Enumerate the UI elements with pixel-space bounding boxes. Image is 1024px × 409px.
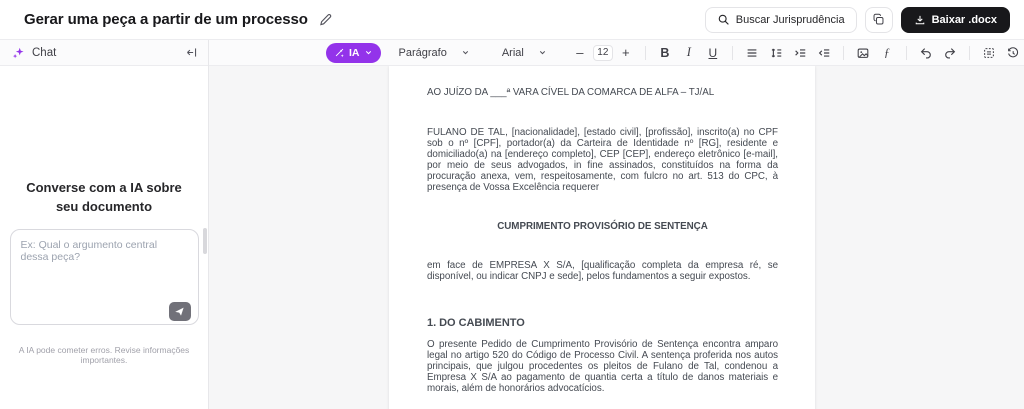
align-justify-button[interactable] [741,43,763,63]
doc-title: CUMPRIMENTO PROVISÓRIO DE SENTENÇA [497,221,708,232]
chat-sidebar: Chat Converse com a IA sobre seu documen… [0,40,209,409]
undo-button[interactable] [915,43,937,63]
line-spacing-icon [769,46,783,60]
chat-prompt-title: Converse com a IA sobre seu documento [26,180,182,214]
send-icon [174,306,185,317]
top-header: Gerar uma peça a partir de um processo B… [0,0,1024,40]
wand-sparkle-icon [334,47,345,58]
chevron-down-icon [364,48,373,57]
doc-addressing: AO JUÍZO DA ___ª VARA CÍVEL DA COMARCA D… [427,87,715,98]
chevron-down-icon [461,48,470,57]
ai-disclaimer: A IA pode cometer erros. Revise informaç… [18,345,190,365]
font-size-value[interactable]: 12 [592,44,613,61]
sparkles-icon [12,46,25,59]
insert-image-button[interactable] [852,43,874,63]
title-wrap: Gerar uma peça a partir de um processo [24,11,333,28]
collapse-sidebar-button[interactable] [185,46,198,59]
redo-icon [943,46,957,60]
editor-main: IA Parágrafo Arial – 12 + B I U ƒ AO JUÍ… [209,40,1024,409]
chevron-down-icon [538,48,547,57]
copy-icon [872,13,885,26]
font-size-increase-button[interactable]: + [615,43,637,63]
redo-button[interactable] [939,43,961,63]
select-all-icon [982,46,996,60]
indent-decrease-button[interactable] [813,43,835,63]
copy-button[interactable] [864,6,893,33]
plus-icon: + [622,45,630,60]
document-page[interactable]: AO JUÍZO DA ___ª VARA CÍVEL DA COMARCA D… [389,66,815,409]
history-icon [1006,46,1020,60]
header-actions: Buscar Jurisprudência Baixar .docx [704,6,1010,33]
toolbar-divider [905,45,907,60]
italic-icon: I [686,45,691,59]
download-icon [914,14,926,26]
insert-field-button[interactable]: ƒ [876,43,898,63]
doc-section1-title: 1. DO CABIMENTO [427,317,525,329]
history-button[interactable] [1002,43,1024,63]
indent-decrease-icon [817,46,831,60]
bold-icon: B [660,45,670,60]
font-size-decrease-button[interactable]: – [569,43,591,63]
line-spacing-button[interactable] [765,43,787,63]
doc-section1-body: O presente Pedido de Cumprimento Provisó… [427,339,778,394]
minus-icon: – [576,45,584,60]
paragraph-style-value: Parágrafo [398,46,447,59]
document-canvas: AO JUÍZO DA ___ª VARA CÍVEL DA COMARCA D… [209,66,1024,409]
toolbar-divider [842,45,844,60]
toolbar-divider [644,45,646,60]
download-docx-label: Baixar .docx [931,13,997,26]
undo-icon [919,46,933,60]
chat-label: Chat [32,46,57,59]
underline-icon: U [708,45,718,60]
search-icon [717,13,730,26]
toolbar-divider [968,45,970,60]
pencil-icon [318,12,333,27]
edit-title-button[interactable] [318,12,333,27]
indent-increase-icon [793,46,807,60]
align-justify-icon [745,46,759,60]
indent-increase-button[interactable] [789,43,811,63]
page-title: Gerar uma peça a partir de um processo [24,11,308,28]
ia-menu-button[interactable]: IA [326,42,381,63]
insert-field-icon: ƒ [883,45,890,59]
send-button[interactable] [168,302,191,321]
search-jurisprudence-label: Buscar Jurisprudência [735,13,845,26]
bold-button[interactable]: B [654,43,676,63]
paragraph-style-select[interactable]: Parágrafo [391,43,478,63]
search-jurisprudence-button[interactable]: Buscar Jurisprudência [704,6,857,33]
sidebar-scrollbar-thumb[interactable] [203,228,207,254]
font-family-value: Arial [501,46,524,59]
underline-button[interactable]: U [702,43,724,63]
collapse-left-icon [185,46,198,59]
doc-against: em face de EMPRESA X S/A, [qualificação … [427,260,778,282]
select-all-button[interactable] [978,43,1000,63]
editor-toolbar: IA Parágrafo Arial – 12 + B I U ƒ [209,40,1024,66]
download-docx-button[interactable]: Baixar .docx [900,6,1010,33]
chat-input-container [9,229,199,330]
font-family-select[interactable]: Arial [494,43,555,63]
italic-button[interactable]: I [678,43,700,63]
chat-sidebar-header: Chat [0,40,208,66]
toolbar-divider [731,45,733,60]
image-icon [856,46,870,60]
chat-sidebar-body: Converse com a IA sobre seu documento A … [0,66,208,409]
ia-button-label: IA [349,46,360,59]
doc-qualification: FULANO DE TAL, [nacionalidade], [estado … [427,127,778,193]
app-window: Gerar uma peça a partir de um processo B… [0,0,1024,409]
